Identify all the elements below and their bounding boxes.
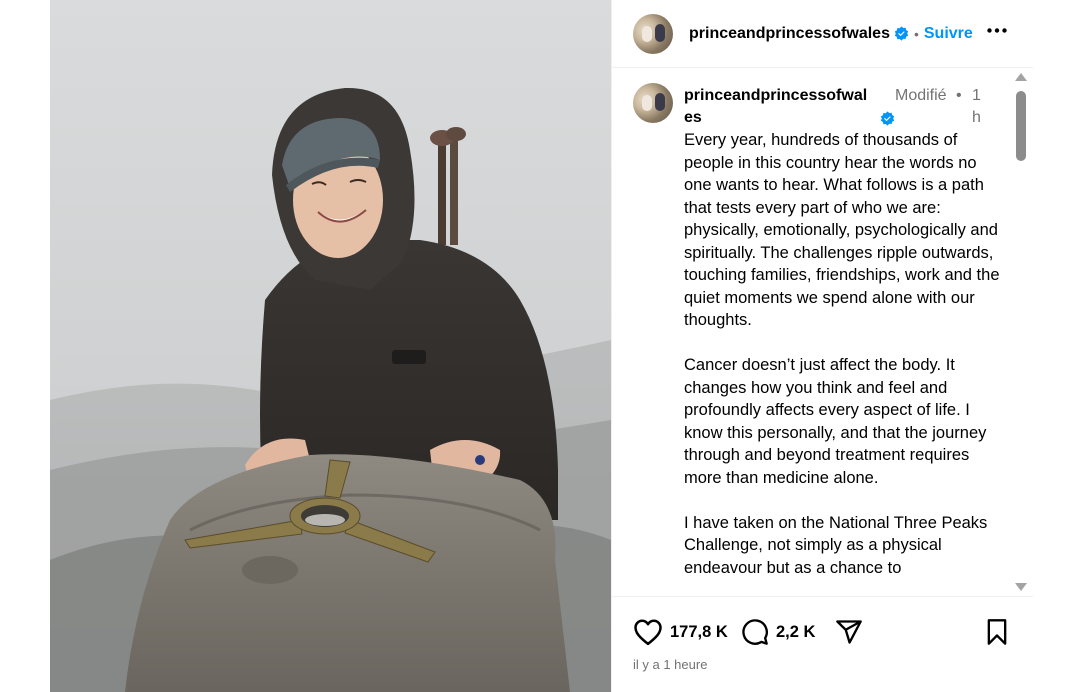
more-options-icon[interactable] <box>985 18 1009 42</box>
like-button[interactable]: 177,8 K <box>633 618 728 646</box>
likes-count[interactable]: 177,8 K <box>670 623 728 642</box>
comment-button[interactable]: 2,2 K <box>741 618 815 646</box>
share-send-icon <box>836 620 862 644</box>
comment-bubble-icon <box>742 619 768 645</box>
caption-paragraph: Every year, hundreds of thousands of peo… <box>684 131 1000 329</box>
author-username[interactable]: princeandprincessofwales <box>689 25 890 43</box>
post-header: princeandprincessofwales • Suivre <box>612 0 1033 68</box>
share-button[interactable] <box>835 618 863 646</box>
caption-text: Every year, hundreds of thousands of peo… <box>684 129 1002 596</box>
scroll-down-arrow-icon[interactable] <box>1015 583 1027 591</box>
follow-button[interactable]: Suivre <box>924 25 973 43</box>
scroll-up-arrow-icon[interactable] <box>1015 73 1027 81</box>
edited-label: Modifié <box>895 87 947 104</box>
comments-count[interactable]: 2,2 K <box>776 623 815 642</box>
verified-badge-icon <box>880 111 895 126</box>
instagram-post: princeandprincessofwales • Suivre prince… <box>50 0 1033 692</box>
bookmark-icon <box>987 619 1007 645</box>
caption-paragraph: Cancer doesn’t just affect the body. It … <box>684 356 987 487</box>
caption-author-avatar[interactable] <box>633 83 673 123</box>
caption-username[interactable]: princeandprincessofwales <box>684 85 874 129</box>
author-avatar[interactable] <box>633 13 673 54</box>
caption-scroll-area[interactable]: princeandprincessofwales Modifié • 1 h E… <box>612 69 1033 597</box>
header-separator: • <box>913 25 919 42</box>
scrollbar-thumb[interactable] <box>1016 91 1026 161</box>
post-actions-bar: 177,8 K 2,2 K <box>612 598 1033 658</box>
photo-illustration <box>50 0 611 692</box>
post-timestamp[interactable]: il y a 1 heure <box>633 657 707 672</box>
verified-badge-icon <box>894 26 909 41</box>
save-button[interactable] <box>984 618 1010 646</box>
caption-paragraph: I have taken on the National Three Peaks… <box>684 513 988 577</box>
caption-separator: • <box>956 87 962 104</box>
post-photo[interactable] <box>50 0 611 692</box>
post-side-panel: princeandprincessofwales • Suivre prince… <box>611 0 1033 692</box>
caption-time[interactable]: 1 h <box>972 85 986 129</box>
heart-icon <box>634 619 662 646</box>
caption-header: princeandprincessofwales Modifié • 1 h <box>684 85 1019 129</box>
caption-scrollbar[interactable] <box>1010 69 1032 597</box>
